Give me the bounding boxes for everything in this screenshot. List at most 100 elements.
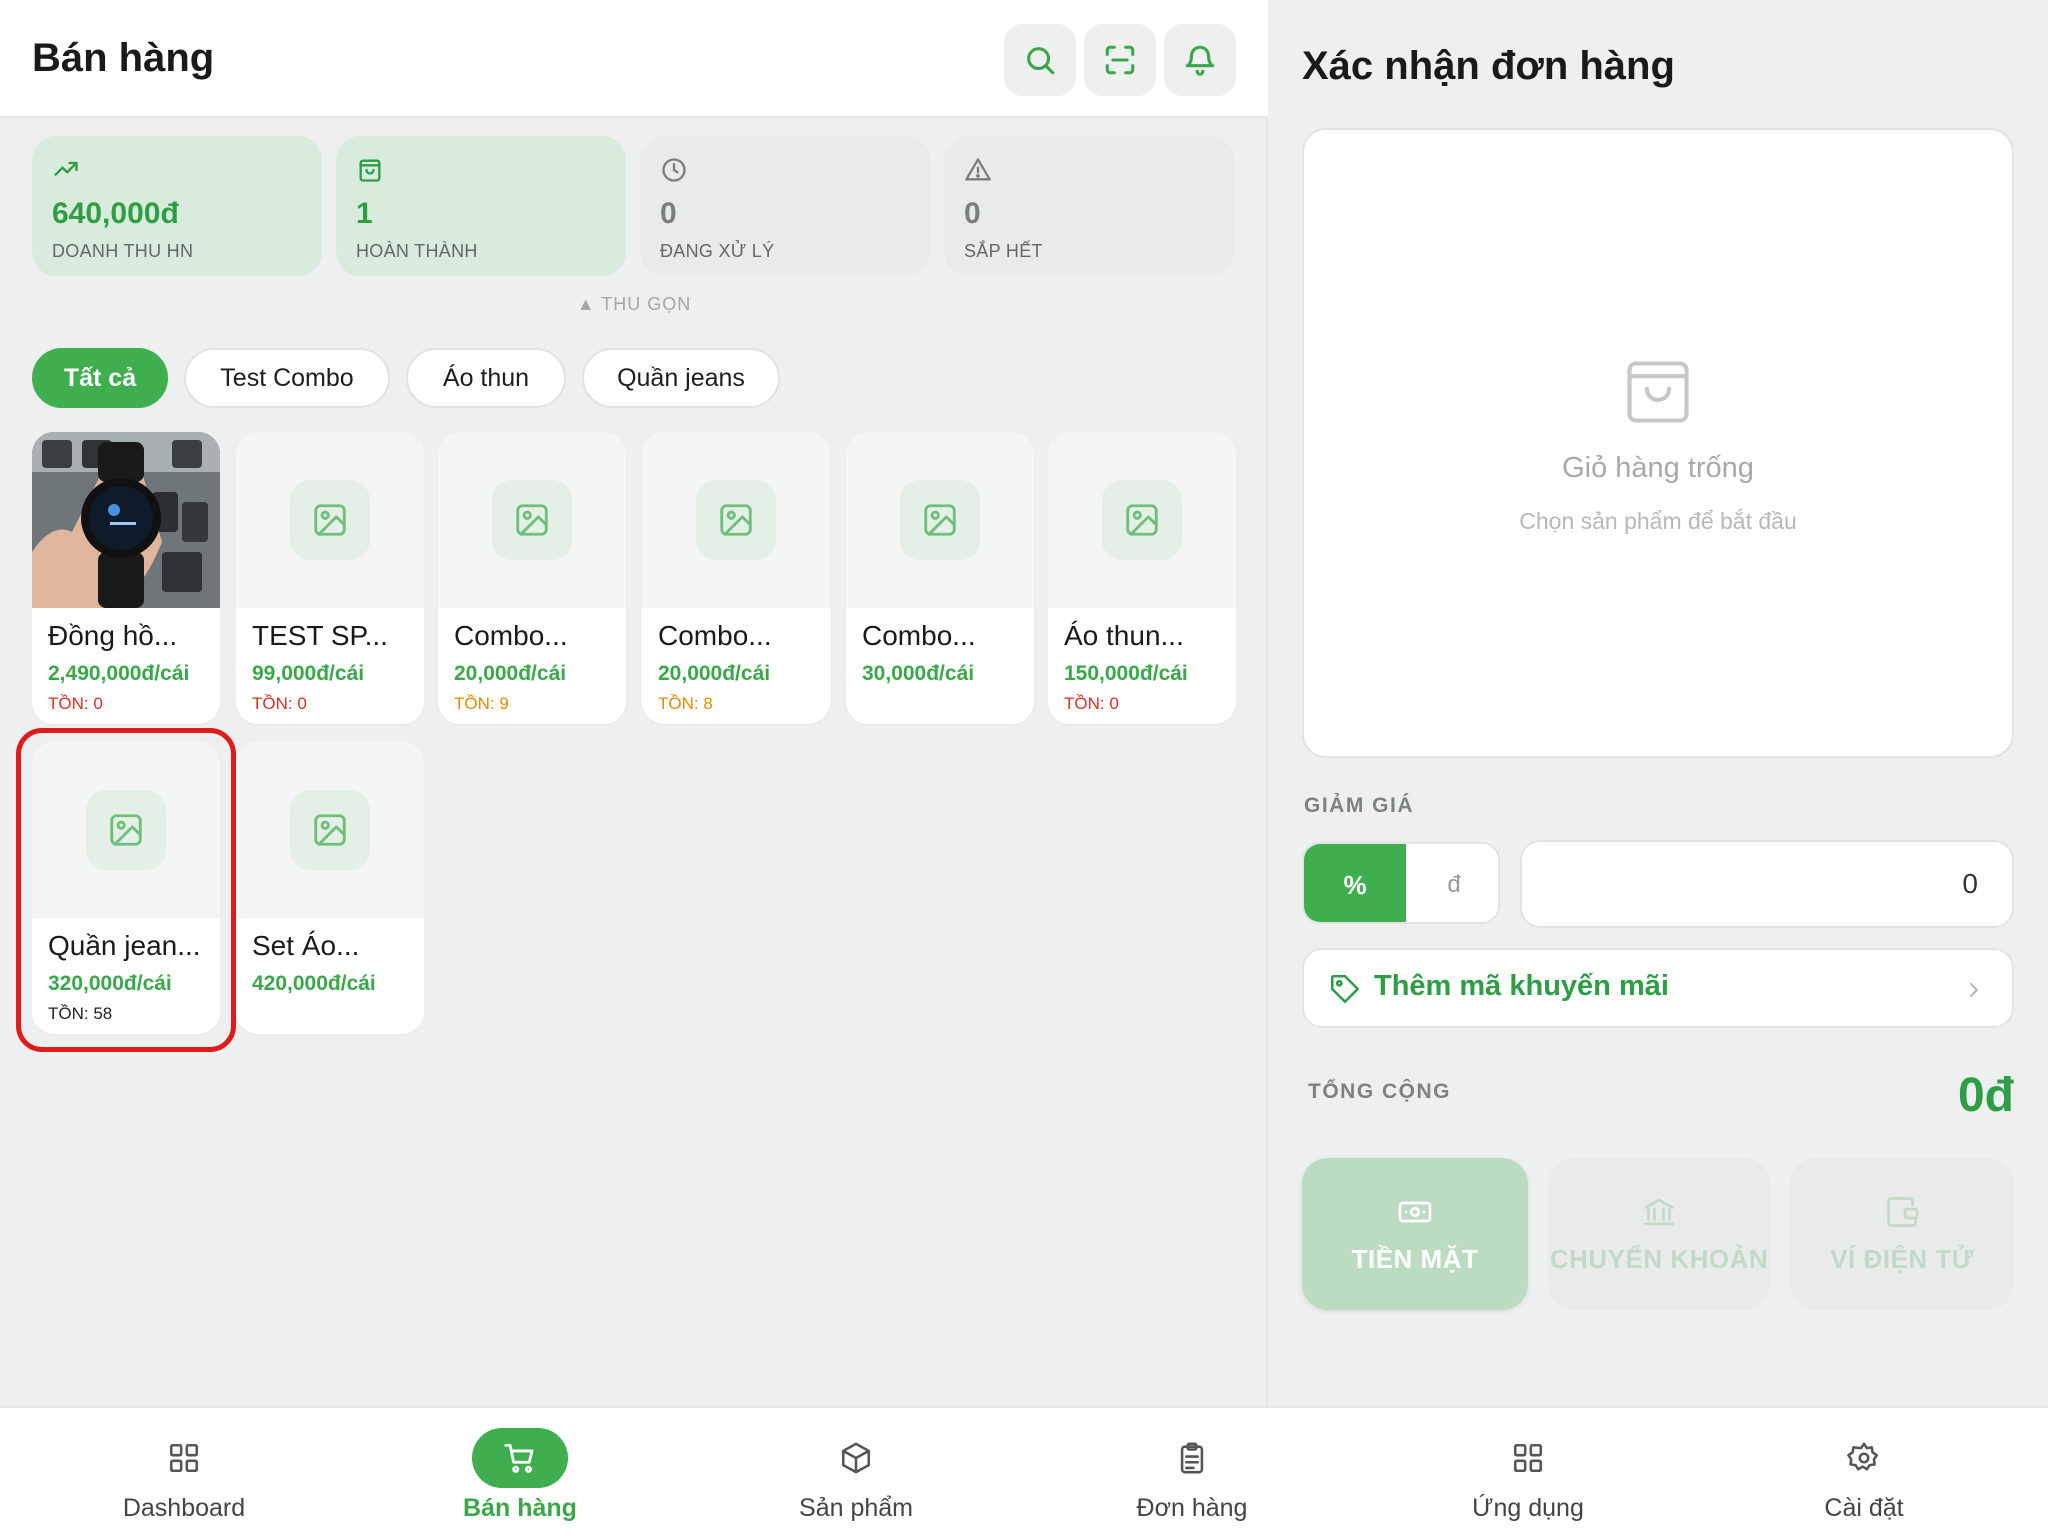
page-title: Bán hàng [32,36,215,80]
product-name: Combo... [862,620,976,651]
pay-transfer-button[interactable]: CHUYỂN KHOẢN [1548,1158,1770,1310]
product-card[interactable]: Combo... 20,000đ/cái TỒN: 9 [438,432,626,724]
shopping-bag-icon [1627,361,1689,423]
discount-input[interactable] [1520,840,2014,928]
nav-sales[interactable]: Bán hàng [420,1408,620,1536]
category-chip-test-combo[interactable]: Test Combo [184,348,390,408]
stat-value: 640,000đ [52,197,179,230]
nav-products[interactable]: Sản phẩm [756,1408,956,1536]
discount-amount-button[interactable]: đ [1406,844,1498,922]
product-thumbnail [846,432,1034,608]
product-price: 20,000đ/cái [454,662,567,685]
scan-icon [1105,45,1135,75]
pay-label: VÍ ĐIỆN TỬ [1830,1243,1974,1274]
order-title: Xác nhận đơn hàng [1302,44,1675,88]
product-card[interactable]: Đồng hồ... 2,490,000đ/cái TỒN: 0 [32,432,220,724]
nav-label: Ứng dụng [1472,1494,1584,1522]
bank-icon [1644,1198,1674,1225]
total-label: TỔNG CỘNG [1308,1080,1451,1103]
category-chip-all[interactable]: Tất cả [32,348,168,408]
category-chip-quan-jeans[interactable]: Quần jeans [582,348,780,408]
product-name: Set Áo... [252,930,360,961]
selection-highlight [16,728,236,1052]
nav-settings[interactable]: Cài đặt [1764,1408,1964,1536]
product-price: 20,000đ/cái [658,662,771,685]
clock-icon [662,158,686,182]
chevron-right-icon [1970,983,1978,997]
stat-processing[interactable]: 0 ĐANG XỬ LÝ [640,136,930,276]
product-stock: TỒN: 0 [1064,694,1119,713]
nav-dashboard[interactable]: Dashboard [84,1408,284,1536]
bag-icon [359,159,381,182]
product-image-watch [32,432,220,608]
product-name: Áo thun... [1064,620,1184,651]
discount-label: GIẢM GIÁ [1304,794,1414,817]
scan-button[interactable] [1084,24,1156,96]
product-card[interactable]: Áo thun... 150,000đ/cái TỒN: 0 [1048,432,1236,724]
promo-code-button[interactable]: Thêm mã khuyến mãi [1302,948,2014,1028]
trend-up-icon [54,161,78,176]
stat-label: SẮP HẾT [964,241,1043,261]
image-placeholder-icon [720,504,752,536]
stat-completed[interactable]: 1 HOÀN THÀNH [336,136,626,276]
notification-button[interactable] [1164,24,1236,96]
nav-label: Dashboard [122,1494,246,1522]
empty-cart-subtitle: Chọn sản phẩm để bắt đầu [1519,508,1797,534]
product-thumbnail [236,742,424,918]
category-chip-ao-thun[interactable]: Áo thun [406,348,566,408]
empty-cart-title: Giỏ hàng trống [1562,452,1754,484]
image-placeholder-icon [924,504,956,536]
product-name: Combo... [658,620,772,651]
stats-row: 640,000đ DOANH THU HN 1 HOÀN THÀNH 0 ĐAN… [32,136,1236,276]
nav-orders[interactable]: Đơn hàng [1092,1408,1292,1536]
stat-value: 0 [660,197,677,230]
product-name: TEST SP... [252,620,388,651]
cart-icon [504,1443,534,1473]
cash-icon [1398,1201,1432,1222]
product-stock: TỒN: 0 [48,694,103,713]
product-thumbnail [642,432,830,608]
bottom-nav: Dashboard Bán hàng Sản phẩm Đơn hàng Ứng… [0,1406,2048,1536]
stat-label: HOÀN THÀNH [356,241,478,261]
order-panel: Xác nhận đơn hàng Giỏ hàng trống Chọn sả… [1270,0,2048,1406]
collapse-toggle[interactable]: ▲ THU GỌN [0,294,1268,315]
clipboard-icon [1180,1442,1204,1474]
nav-apps[interactable]: Ứng dụng [1428,1408,1628,1536]
pay-cash-button[interactable]: TIỀN MẶT [1302,1158,1528,1310]
search-icon [1027,47,1055,75]
nav-label: Bán hàng [463,1494,577,1522]
apps-icon [1513,1443,1543,1473]
nav-label: Sản phẩm [799,1494,913,1522]
total-value: 0đ [1957,1069,2014,1122]
stat-low-stock[interactable]: 0 SẮP HẾT [944,136,1234,276]
box-icon [841,1442,871,1474]
top-bar: Bán hàng [0,0,1268,118]
image-placeholder-icon [1126,504,1158,536]
image-placeholder-icon [314,814,346,846]
product-price: 30,000đ/cái [862,662,975,685]
product-card[interactable]: Combo... 30,000đ/cái [846,432,1034,724]
nav-label: Đơn hàng [1136,1494,1248,1522]
wallet-icon [1887,1196,1919,1227]
cart-box: Giỏ hàng trống Chọn sản phẩm để bắt đầu [1302,128,2014,758]
product-price: 2,490,000đ/cái [48,662,190,685]
image-placeholder-icon [314,504,346,536]
gear-icon [1847,1442,1879,1471]
image-placeholder-icon [516,504,548,536]
product-card[interactable]: Set Áo... 420,000đ/cái [236,742,424,1034]
discount-percent-button[interactable]: % [1304,844,1406,922]
warning-icon [965,158,991,181]
pay-ewallet-button[interactable]: VÍ ĐIỆN TỬ [1790,1158,2014,1310]
stat-revenue[interactable]: 640,000đ DOANH THU HN [32,136,322,276]
product-thumbnail [1048,432,1236,608]
promo-code-label: Thêm mã khuyến mãi [1374,970,1669,1002]
discount-type-toggle: % đ [1302,842,1500,924]
tag-icon [1330,974,1360,1004]
product-thumbnail [236,432,424,608]
bell-icon [1185,45,1215,76]
product-thumbnail [438,432,626,608]
product-card[interactable]: Combo... 20,000đ/cái TỒN: 8 [642,432,830,724]
product-card[interactable]: TEST SP... 99,000đ/cái TỒN: 0 [236,432,424,724]
grid-icon [169,1443,199,1473]
search-button[interactable] [1004,24,1076,96]
